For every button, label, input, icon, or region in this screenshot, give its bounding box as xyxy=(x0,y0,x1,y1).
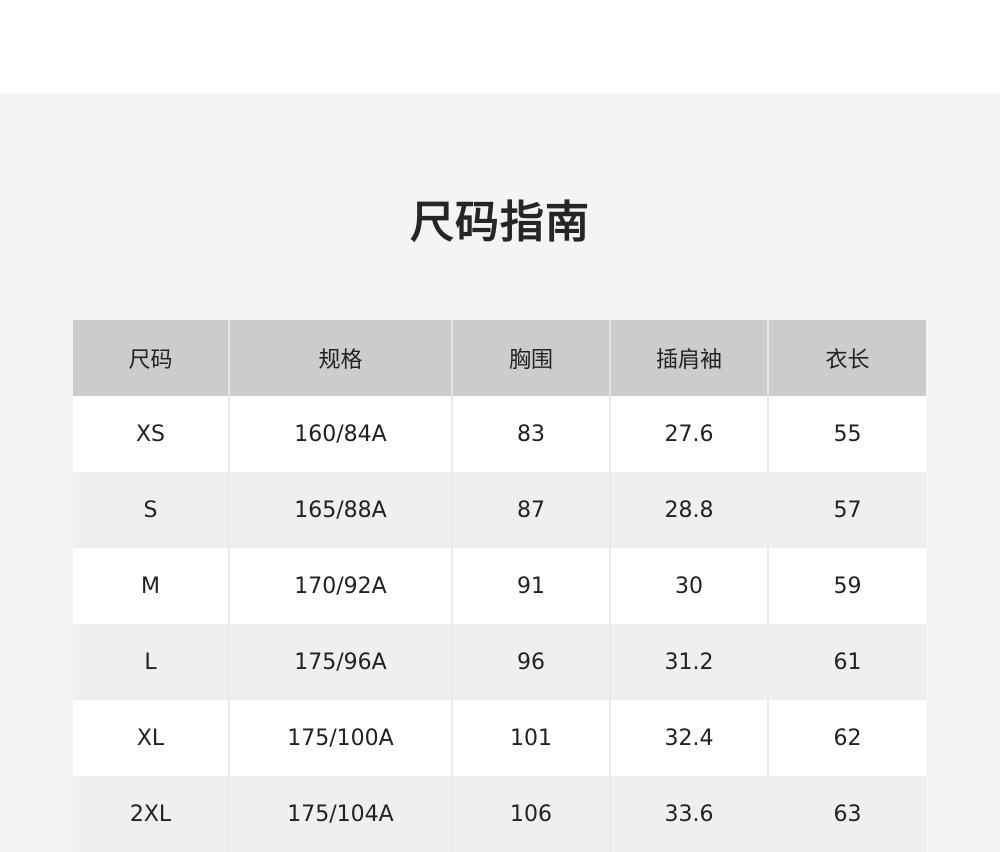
cell-length: 63 xyxy=(768,776,926,852)
table-header-row: 尺码 规格 胸围 插肩袖 衣长 xyxy=(73,320,926,396)
cell-spec: 165/88A xyxy=(229,472,453,548)
top-white-band xyxy=(0,0,1000,93)
header-chest: 胸围 xyxy=(452,320,611,396)
header-length: 衣长 xyxy=(768,320,926,396)
cell-chest: 87 xyxy=(452,472,611,548)
cell-length: 61 xyxy=(768,624,926,700)
cell-size: S xyxy=(73,472,230,548)
cell-spec: 175/96A xyxy=(229,624,453,700)
header-raglan-sleeve: 插肩袖 xyxy=(610,320,769,396)
header-spec: 规格 xyxy=(229,320,453,396)
cell-length: 55 xyxy=(768,396,926,472)
cell-spec: 175/100A xyxy=(229,700,453,776)
page-title: 尺码指南 xyxy=(410,197,590,248)
cell-spec: 160/84A xyxy=(229,396,453,472)
cell-size: L xyxy=(73,624,230,700)
table-row: 2XL 175/104A 106 33.6 63 xyxy=(73,776,926,852)
cell-length: 59 xyxy=(768,548,926,624)
cell-size: XL xyxy=(73,700,230,776)
size-table-container: 尺码 规格 胸围 插肩袖 衣长 XS 160/84A 83 27.6 55 S xyxy=(73,320,926,852)
header-size: 尺码 xyxy=(73,320,230,396)
cell-length: 62 xyxy=(768,700,926,776)
size-table: 尺码 规格 胸围 插肩袖 衣长 XS 160/84A 83 27.6 55 S xyxy=(73,320,926,852)
cell-raglan-sleeve: 27.6 xyxy=(610,396,769,472)
cell-raglan-sleeve: 30 xyxy=(610,548,769,624)
cell-length: 57 xyxy=(768,472,926,548)
cell-spec: 170/92A xyxy=(229,548,453,624)
cell-chest: 96 xyxy=(452,624,611,700)
table-row: XL 175/100A 101 32.4 62 xyxy=(73,700,926,776)
cell-raglan-sleeve: 33.6 xyxy=(610,776,769,852)
cell-spec: 175/104A xyxy=(229,776,453,852)
cell-size: 2XL xyxy=(73,776,230,852)
table-row: XS 160/84A 83 27.6 55 xyxy=(73,396,926,472)
size-guide-panel: 尺码指南 尺码 规格 胸围 插肩袖 衣长 XS 160/84A 83 27.6 … xyxy=(0,93,1000,852)
table-row: S 165/88A 87 28.8 57 xyxy=(73,472,926,548)
table-row: M 170/92A 91 30 59 xyxy=(73,548,926,624)
cell-size: XS xyxy=(73,396,230,472)
cell-chest: 83 xyxy=(452,396,611,472)
cell-chest: 91 xyxy=(452,548,611,624)
cell-size: M xyxy=(73,548,230,624)
cell-chest: 106 xyxy=(452,776,611,852)
cell-chest: 101 xyxy=(452,700,611,776)
cell-raglan-sleeve: 32.4 xyxy=(610,700,769,776)
cell-raglan-sleeve: 28.8 xyxy=(610,472,769,548)
cell-raglan-sleeve: 31.2 xyxy=(610,624,769,700)
table-row: L 175/96A 96 31.2 61 xyxy=(73,624,926,700)
